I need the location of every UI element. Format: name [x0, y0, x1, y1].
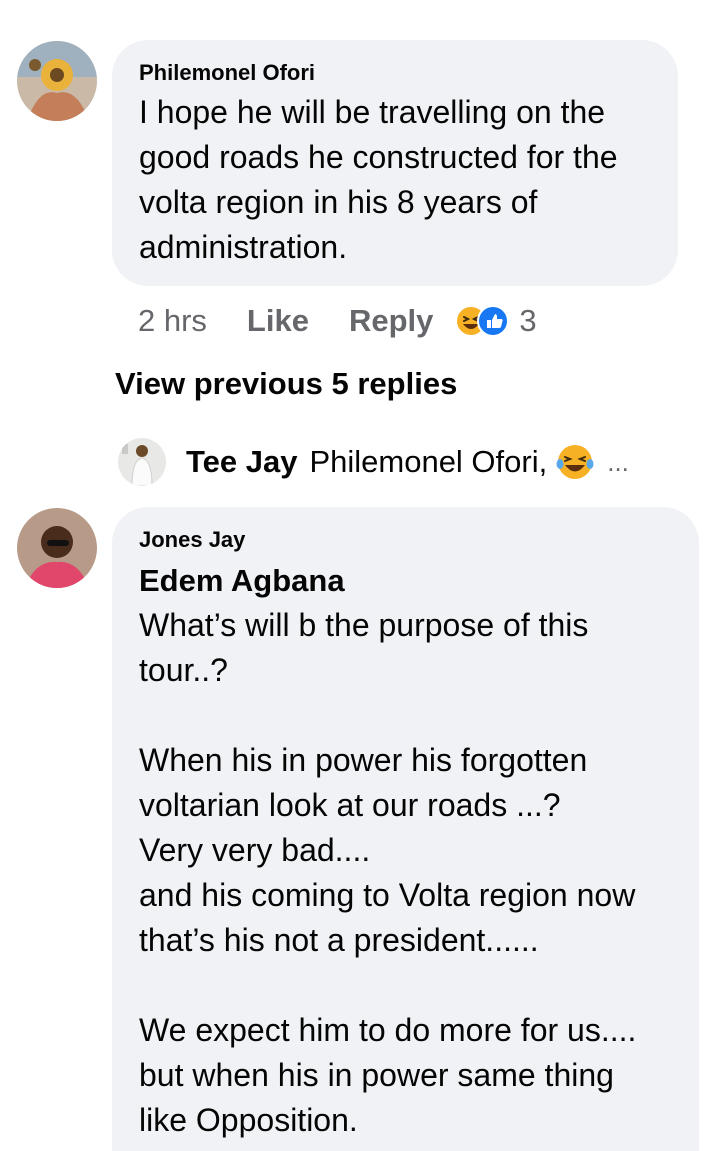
reply-button[interactable]: Reply — [349, 303, 433, 339]
reaction-summary[interactable]: 3 — [455, 303, 537, 339]
reply-preview[interactable]: Tee Jay Philemonel Ofori, ... — [118, 436, 629, 488]
avatar-tee-jay[interactable] — [118, 438, 166, 486]
like-reaction-icon — [477, 305, 510, 337]
reply-text: Philemonel Ofori, — [309, 444, 548, 479]
view-previous-replies-link[interactable]: View previous 5 replies — [115, 366, 457, 402]
reply-author[interactable]: Tee Jay — [186, 444, 297, 480]
tagged-user-link[interactable]: Edem Agbana — [139, 559, 671, 603]
comment-text: What’s will b the purpose of this tour..… — [139, 607, 637, 1138]
comment-author[interactable]: Jones Jay — [139, 527, 671, 553]
avatar-jones-jay[interactable] — [17, 508, 97, 588]
comment-thread: Philemonel Ofori I hope he will be trave… — [0, 0, 720, 1151]
comment-timestamp[interactable]: 2 hrs — [138, 303, 207, 339]
reaction-count: 3 — [519, 303, 537, 338]
comment-bubble-2[interactable]: Jones Jay Edem Agbana What’s will b the … — [112, 507, 699, 1151]
like-button[interactable]: Like — [247, 303, 309, 339]
tears-of-joy-emoji-icon — [556, 445, 594, 479]
comment-text: I hope he will be travelling on the good… — [139, 94, 618, 265]
more-ellipsis[interactable]: ... — [607, 447, 629, 478]
avatar-philemonel[interactable] — [17, 41, 97, 121]
comment-bubble-1[interactable]: Philemonel Ofori I hope he will be trave… — [112, 40, 678, 286]
profile-photo-icon — [118, 438, 166, 486]
profile-photo-icon — [17, 508, 97, 588]
comment-actions: 2 hrs Like Reply 3 — [138, 298, 537, 344]
profile-photo-icon — [17, 41, 97, 121]
comment-author[interactable]: Philemonel Ofori — [139, 60, 650, 86]
